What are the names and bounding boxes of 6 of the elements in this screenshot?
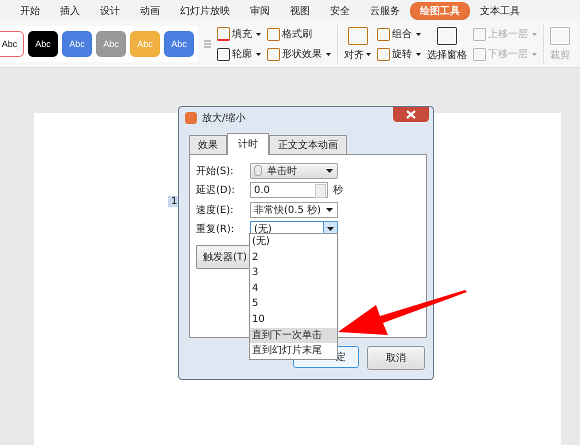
field-label: 延迟(D): [196,184,236,198]
field-label: 开始(S): [196,164,235,178]
field-label: 重复(R): [196,222,236,236]
unit-label: 秒 [333,184,343,198]
dialog-title: 放大/缩小 [202,112,246,125]
field-label: 速度(E): [196,204,234,217]
